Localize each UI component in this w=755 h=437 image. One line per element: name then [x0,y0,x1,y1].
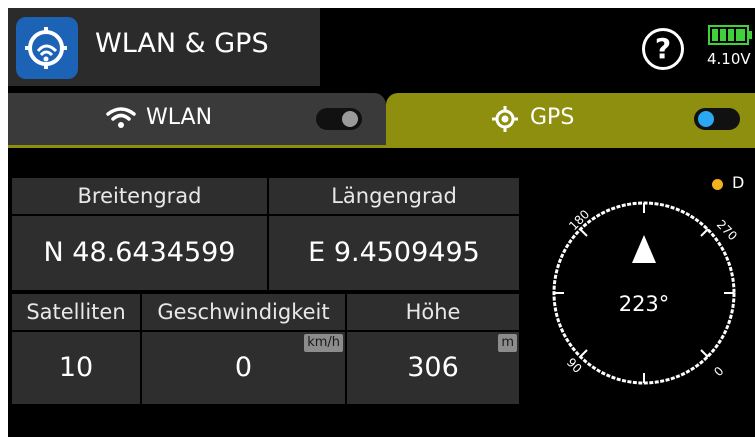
wlan-toggle-knob [342,111,358,127]
longitude-value: E 9.4509495 [269,216,519,290]
longitude-header: Längengrad [269,178,519,214]
speed-value-label: 0 [234,352,253,383]
gps-toggle[interactable] [694,108,740,130]
altitude-unit-badge: m [498,334,517,352]
gps-toggle-knob [698,111,714,127]
altitude-header: Höhe [347,294,519,330]
title-bar: WLAN & GPS [8,8,320,86]
help-label: ? [654,32,672,65]
latitude-value: N 48.6434599 [12,216,267,290]
gps-status-label: D [732,173,745,192]
longitude-value-label: E 9.4509495 [308,237,480,268]
help-button[interactable]: ? [642,28,684,70]
tab-wlan[interactable]: WLAN [8,93,386,145]
satellites-header: Satelliten [12,294,140,330]
longitude-header-label: Längengrad [331,184,457,208]
battery-full-icon [708,25,753,45]
tab-gps[interactable]: GPS [386,93,755,145]
speed-unit-badge: km/h [304,334,343,352]
altitude-value-label: 306 [407,352,459,383]
wlan-toggle[interactable] [316,108,362,130]
wifi-icon [106,106,136,134]
speed-header: Geschwindigkeit [142,294,345,330]
satellites-header-label: Satelliten [26,300,126,324]
compass-tick-0: 0 [711,364,726,379]
tab-gps-label: GPS [530,105,575,130]
compass-tick-180: 180 [566,207,592,233]
altitude-value: 306 m [347,332,519,404]
tab-wlan-label: WLAN [146,105,213,130]
altitude-header-label: Höhe [405,300,461,324]
compass-dial: 180 270 0 90 223° [552,201,740,385]
latitude-value-label: N 48.6434599 [43,237,236,268]
gps-screen: WLAN & GPS ? 4.10V WLAN GPS Breitengrad … [8,8,755,437]
latitude-header: Breitengrad [12,178,267,214]
speed-value: 0 km/h [142,332,345,404]
heading-arrow-icon [632,235,656,263]
crosshair-icon [492,106,518,136]
compass-heading: 223° [619,292,670,316]
battery-voltage: 4.10V [707,50,751,68]
tab-underline [8,145,755,148]
gps-status-dot [712,179,723,190]
satellites-value: 10 [12,332,140,404]
compass: 180 270 0 90 223° [544,193,744,393]
page-title: WLAN & GPS [95,28,269,59]
wlan-gps-icon [16,17,78,79]
latitude-header-label: Breitengrad [77,184,202,208]
satellites-value-label: 10 [58,352,94,383]
speed-header-label: Geschwindigkeit [157,300,330,324]
